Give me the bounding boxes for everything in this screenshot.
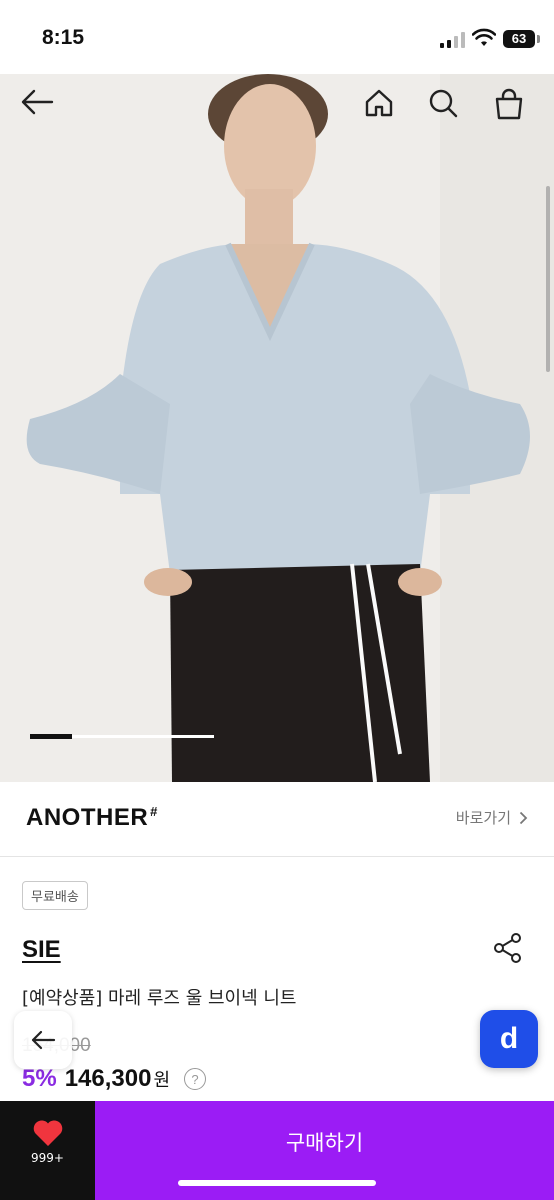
product-title: [예약상품] 마레 루즈 울 브이넥 니트 (22, 988, 297, 1009)
brand-shortcut-label: 바로가기 (455, 809, 511, 827)
share-icon (494, 933, 521, 963)
price-info-icon[interactable]: ? (184, 1068, 207, 1090)
brand-row[interactable]: ANOTHER # 바로가기 (0, 782, 554, 857)
battery-icon: 63 (503, 30, 535, 48)
like-button[interactable]: 999+ (0, 1101, 95, 1200)
free-shipping-badge: 무료배송 (22, 881, 88, 910)
home-icon (365, 89, 393, 117)
status-bar: 8:15 63 (0, 0, 554, 74)
search-icon (429, 89, 458, 118)
floating-back-button[interactable] (14, 1011, 72, 1069)
brand-mark: # (150, 804, 158, 819)
product-image-carousel[interactable] (0, 74, 554, 782)
scroll-indicator (546, 186, 550, 372)
arrow-left-icon (21, 89, 54, 115)
search-button[interactable] (428, 88, 468, 128)
home-button[interactable] (364, 88, 404, 128)
brand-shortcut-link[interactable]: 바로가기 (456, 807, 528, 828)
image-pager-progress (30, 734, 72, 739)
discount-rate: 5% (22, 1065, 57, 1092)
status-time: 8:15 (42, 26, 85, 49)
sale-price: 146,300 (64, 1065, 152, 1092)
back-button[interactable] (20, 88, 60, 128)
share-button[interactable] (492, 932, 524, 964)
brand-name: ANOTHER # (26, 804, 158, 832)
cart-button[interactable] (494, 88, 534, 128)
floating-d-button[interactable]: d (480, 1010, 538, 1068)
chevron-right-icon (519, 811, 528, 824)
arrow-left-icon (31, 1030, 56, 1050)
heart-icon (33, 1120, 62, 1146)
battery-tip (537, 35, 540, 43)
home-indicator (178, 1180, 376, 1186)
seller-name-link[interactable]: SIE (22, 936, 61, 964)
like-count: 999+ (31, 1151, 64, 1165)
product-photo (0, 74, 554, 782)
price-row: 5% 146,300 원 ? (22, 1065, 207, 1093)
shopping-bag-icon (495, 88, 523, 120)
price-unit: 원 (153, 1070, 171, 1090)
brand-name-text: ANOTHER (26, 804, 149, 831)
signal-icon (440, 32, 465, 48)
wifi-icon (472, 28, 496, 46)
